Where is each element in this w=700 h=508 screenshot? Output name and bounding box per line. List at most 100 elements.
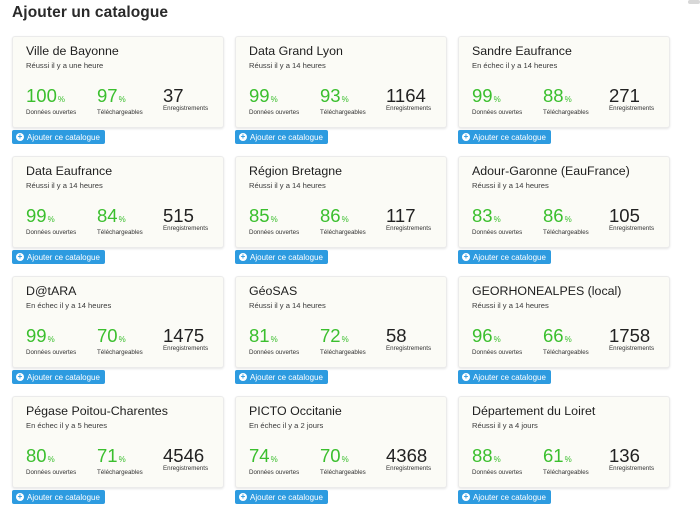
add-catalog-button[interactable]: + Ajouter ce catalogue (12, 490, 105, 504)
add-catalog-label: Ajouter ce catalogue (250, 492, 323, 502)
percent-sign: % (341, 335, 349, 344)
metric-open-data: 99% Données ouvertes (249, 86, 299, 117)
percent-sign: % (57, 95, 65, 104)
records-value: 1758 (609, 325, 651, 346)
add-catalog-label: Ajouter ce catalogue (27, 492, 100, 502)
metric-records: 105 Enregistrements (609, 206, 654, 233)
open-data-label: Données ouvertes (249, 469, 300, 476)
metric-downloadable: 84% Téléchargeables (97, 206, 143, 237)
add-catalog-label: Ajouter ce catalogue (473, 492, 546, 502)
catalog-card-wrapper-region-bretagne: Région Bretagne Réussi il y a 14 heures … (235, 156, 447, 264)
add-catalog-button[interactable]: + Ajouter ce catalogue (235, 130, 328, 144)
downloadable-value: 84 (97, 205, 118, 226)
downloadable-value: 70 (97, 325, 118, 346)
harvest-status: En échec il y a 14 heures (26, 301, 112, 310)
open-data-label: Données ouvertes (472, 469, 523, 476)
percent-sign: % (341, 95, 349, 104)
downloadable-value: 66 (543, 325, 564, 346)
open-data-label: Données ouvertes (26, 109, 77, 116)
percent-sign: % (47, 455, 55, 464)
downloadable-label: Téléchargeables (97, 349, 143, 356)
add-catalog-label: Ajouter ce catalogue (250, 132, 323, 142)
catalog-card-wrapper-sandre-eaufrance: Sandre Eaufrance En échec il y a 14 heur… (458, 36, 670, 144)
downloadable-value: 93 (320, 85, 341, 106)
metric-records: 1475 Enregistrements (163, 326, 208, 353)
catalog-card-wrapper-d-tara: D@tARA En échec il y a 14 heures 99% Don… (12, 276, 224, 384)
percent-sign: % (118, 95, 126, 104)
harvest-status: Réussi il y a 14 heures (472, 301, 549, 310)
plus-circle-icon: + (462, 492, 470, 501)
open-data-value: 99 (26, 325, 47, 346)
harvest-status: Réussi il y a 14 heures (249, 301, 326, 310)
open-data-value: 96 (472, 325, 493, 346)
catalog-grid: Ville de Bayonne Réussi il y a une heure… (0, 0, 700, 508)
add-catalog-button[interactable]: + Ajouter ce catalogue (12, 130, 105, 144)
records-value: 136 (609, 445, 640, 466)
open-data-value: 99 (26, 205, 47, 226)
metric-downloadable: 61% Téléchargeables (543, 446, 589, 477)
catalog-name: Ville de Bayonne (26, 44, 119, 58)
catalog-card-wrapper-adour-garonne-eaufrance: Adour-Garonne (EauFrance) Réussi il y a … (458, 156, 670, 264)
open-data-label: Données ouvertes (249, 229, 300, 236)
plus-circle-icon: + (16, 492, 24, 501)
open-data-value: 99 (249, 85, 270, 106)
records-label: Enregistrements (163, 105, 209, 112)
open-data-value: 83 (472, 205, 493, 226)
downloadable-value: 71 (97, 445, 118, 466)
metric-records: 37 Enregistrements (163, 86, 208, 113)
metric-records: 117 Enregistrements (386, 206, 431, 233)
catalog-card: D@tARA En échec il y a 14 heures 99% Don… (12, 276, 224, 368)
add-catalog-button[interactable]: + Ajouter ce catalogue (235, 370, 328, 384)
metric-open-data: 99% Données ouvertes (26, 326, 76, 357)
metric-downloadable: 66% Téléchargeables (543, 326, 589, 357)
catalog-name: Data Eaufrance (26, 164, 113, 178)
metric-records: 58 Enregistrements (386, 326, 431, 353)
downloadable-label: Téléchargeables (97, 229, 143, 236)
percent-sign: % (270, 455, 278, 464)
open-data-label: Données ouvertes (472, 349, 523, 356)
add-catalog-button[interactable]: + Ajouter ce catalogue (12, 370, 105, 384)
catalog-card-wrapper-ville-de-bayonne: Ville de Bayonne Réussi il y a une heure… (12, 36, 224, 144)
metric-records: 4368 Enregistrements (386, 446, 431, 473)
plus-circle-icon: + (462, 132, 470, 141)
percent-sign: % (341, 215, 349, 224)
plus-circle-icon: + (239, 372, 247, 381)
downloadable-label: Téléchargeables (320, 469, 366, 476)
add-catalog-button[interactable]: + Ajouter ce catalogue (458, 250, 551, 264)
open-data-label: Données ouvertes (26, 229, 77, 236)
add-catalog-button[interactable]: + Ajouter ce catalogue (12, 250, 105, 264)
records-value: 117 (386, 205, 416, 226)
records-label: Enregistrements (386, 225, 432, 232)
percent-sign: % (564, 95, 572, 104)
records-value: 4368 (386, 445, 428, 466)
percent-sign: % (564, 215, 572, 224)
catalog-card-wrapper-georhonealpes-local: GEORHONEALPES (local) Réussi il y a 14 h… (458, 276, 670, 384)
add-catalog-button[interactable]: + Ajouter ce catalogue (235, 490, 328, 504)
metric-open-data: 85% Données ouvertes (249, 206, 299, 237)
add-catalog-label: Ajouter ce catalogue (250, 252, 323, 262)
downloadable-label: Téléchargeables (543, 229, 589, 236)
catalog-card: Data Eaufrance Réussi il y a 14 heures 9… (12, 156, 224, 248)
metric-records: 4546 Enregistrements (163, 446, 208, 473)
metric-records: 1758 Enregistrements (609, 326, 654, 353)
catalog-card-wrapper-data-eaufrance: Data Eaufrance Réussi il y a 14 heures 9… (12, 156, 224, 264)
harvest-status: Réussi il y a une heure (26, 61, 104, 70)
open-data-label: Données ouvertes (249, 109, 300, 116)
catalog-name: Département du Loiret (472, 404, 596, 418)
add-catalog-button[interactable]: + Ajouter ce catalogue (458, 490, 551, 504)
records-label: Enregistrements (163, 225, 209, 232)
records-label: Enregistrements (609, 465, 655, 472)
downloadable-label: Téléchargeables (320, 229, 366, 236)
add-catalog-button[interactable]: + Ajouter ce catalogue (458, 370, 551, 384)
records-label: Enregistrements (386, 105, 432, 112)
open-data-value: 74 (249, 445, 270, 466)
metric-downloadable: 70% Téléchargeables (320, 446, 366, 477)
add-catalog-button[interactable]: + Ajouter ce catalogue (458, 130, 551, 144)
open-data-label: Données ouvertes (472, 229, 523, 236)
add-catalog-button[interactable]: + Ajouter ce catalogue (235, 250, 328, 264)
add-catalog-label: Ajouter ce catalogue (27, 132, 100, 142)
add-catalog-label: Ajouter ce catalogue (473, 132, 546, 142)
records-label: Enregistrements (386, 345, 432, 352)
metric-records: 1164 Enregistrements (386, 86, 431, 113)
plus-circle-icon: + (16, 372, 24, 381)
